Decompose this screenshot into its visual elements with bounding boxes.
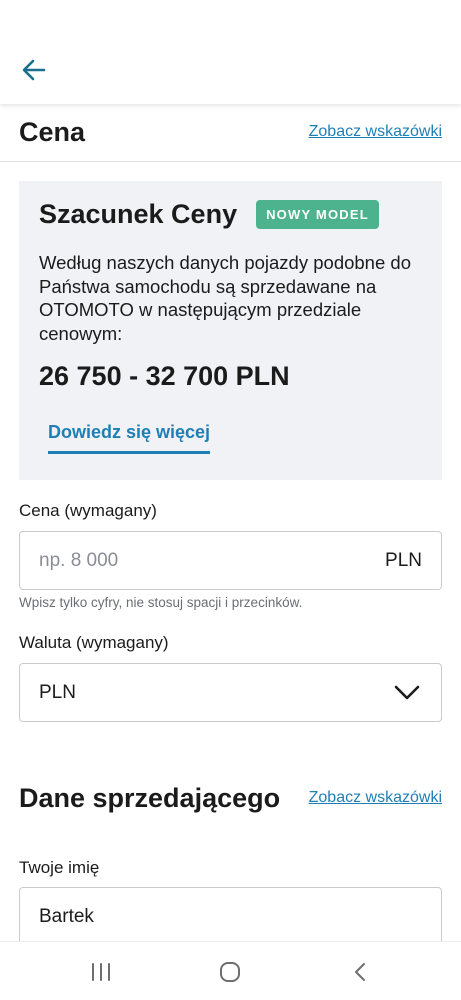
seller-hints-link[interactable]: Zobacz wskazówki (309, 789, 442, 807)
estimate-price-range: 26 750 - 32 700 PLN (39, 361, 290, 391)
estimate-title: Szacunek Ceny (39, 199, 238, 229)
home-button[interactable] (200, 954, 260, 990)
new-model-badge: NOWY MODEL (256, 200, 379, 229)
name-field-label: Twoje imię (19, 858, 100, 877)
seller-section-title: Dane sprzedającego (19, 782, 281, 813)
estimate-description: Według naszych danych pojazdy podobne do… (39, 252, 411, 344)
estimate-header: Szacunek Ceny NOWY MODEL (39, 199, 379, 230)
price-input[interactable] (20, 549, 386, 572)
name-input[interactable] (20, 905, 441, 928)
section-divider (0, 161, 461, 162)
price-field-label: Cena (wymagany) (19, 501, 157, 520)
seller-section-header: Dane sprzedającego Zobacz wskazówki (19, 778, 442, 818)
price-section-title: Cena (19, 116, 86, 147)
price-currency-suffix: PLN (385, 549, 422, 571)
price-hints-link[interactable]: Zobacz wskazówki (309, 123, 442, 141)
chevron-down-icon (394, 685, 420, 699)
system-navigation-bar (0, 941, 461, 1000)
price-helper-text: Wpisz tylko cyfry, nie stosuj spacji i p… (19, 595, 303, 610)
home-icon (220, 962, 240, 982)
currency-field-label: Waluta (wymagany) (19, 633, 169, 652)
learn-more-link[interactable]: Dowiedz się więcej (48, 422, 211, 454)
recent-apps-icon (92, 963, 110, 981)
price-estimate-card: Szacunek Ceny NOWY MODEL Według naszych … (19, 181, 442, 480)
back-button[interactable] (14, 52, 54, 88)
name-field[interactable] (19, 887, 442, 946)
currency-select[interactable]: PLN (19, 663, 442, 722)
back-icon (355, 963, 365, 981)
system-back-button[interactable] (330, 954, 390, 990)
price-field[interactable]: PLN (19, 531, 442, 590)
arrow-left-icon (22, 59, 46, 81)
recent-apps-button[interactable] (71, 954, 131, 990)
price-section-header: Cena Zobacz wskazówki (19, 112, 442, 152)
currency-selected-value: PLN (39, 681, 76, 703)
app-header (0, 0, 461, 104)
